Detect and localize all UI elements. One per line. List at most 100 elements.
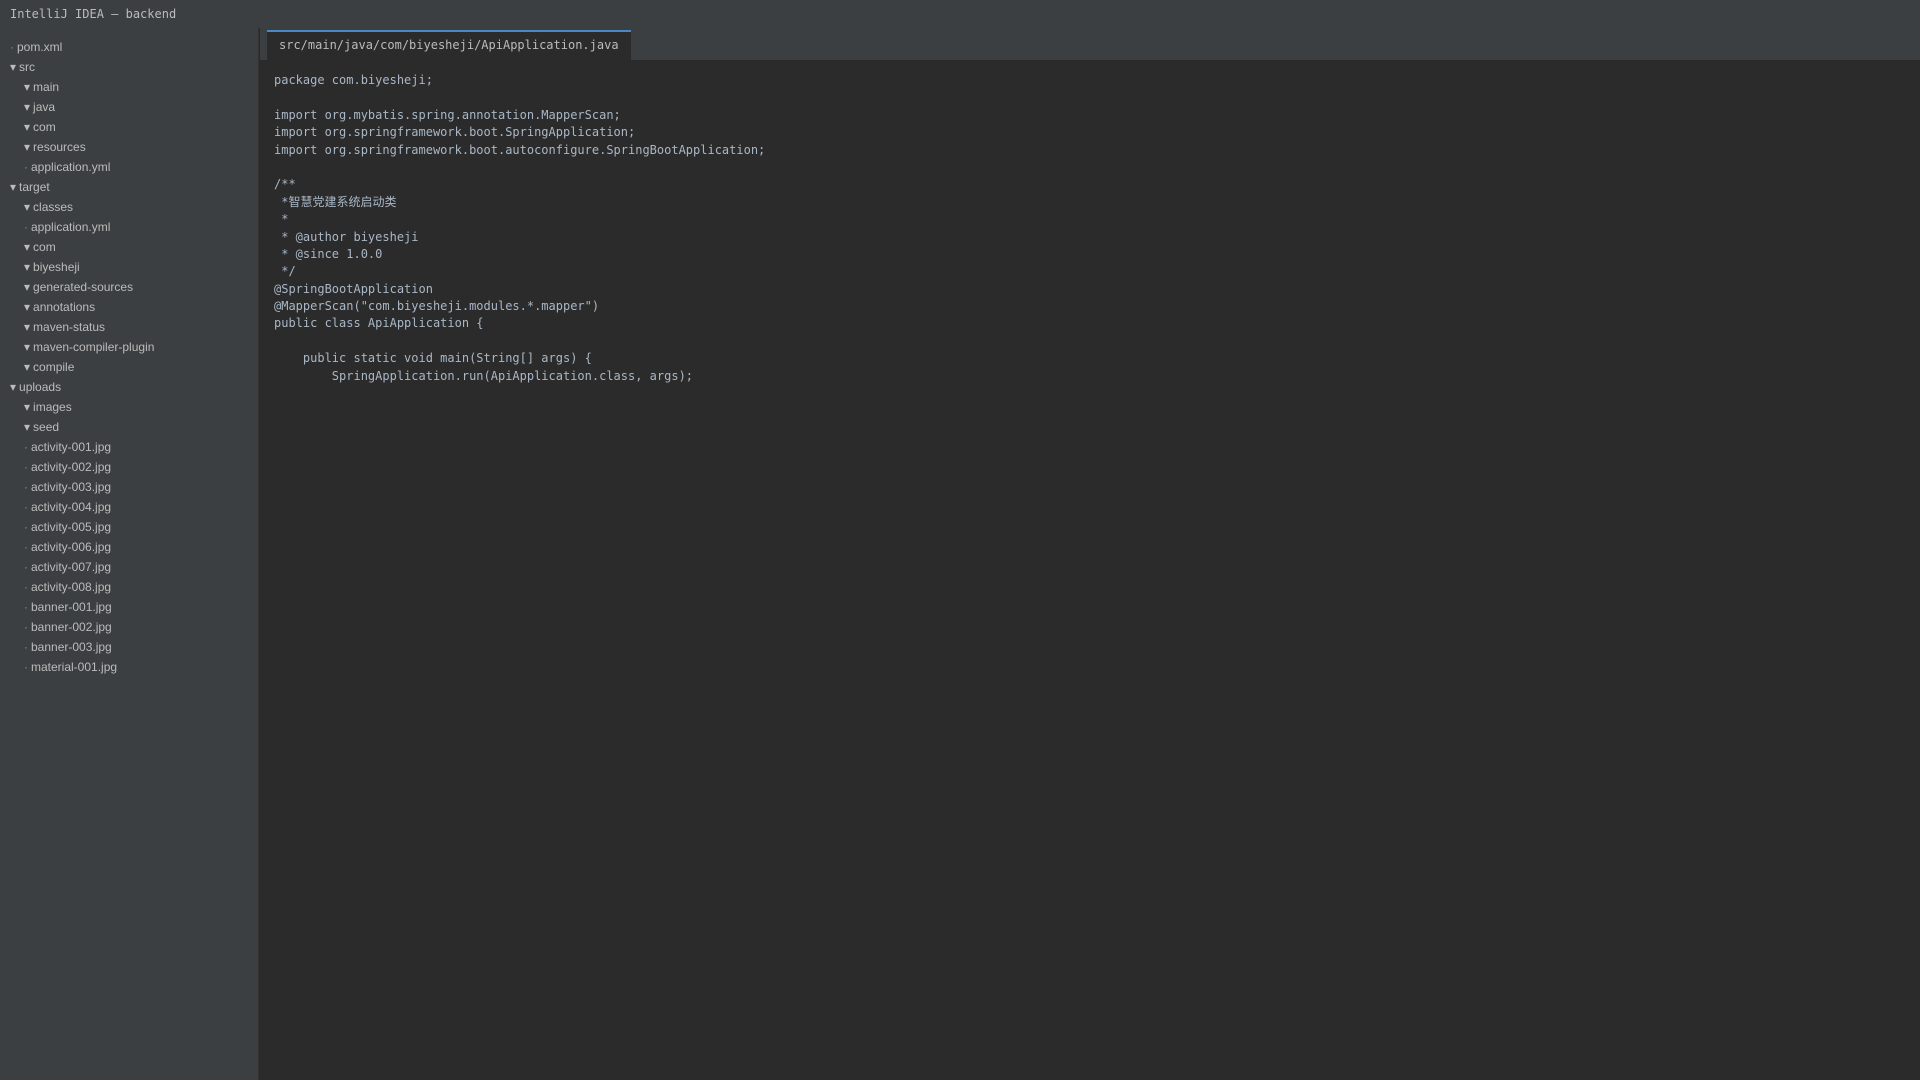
code-line: SpringApplication.run(ApiApplication.cla… [274,368,694,383]
tree-item-label: annotations [33,300,96,314]
chevron-down-icon: ▾ [24,100,31,114]
tree-folder[interactable]: ▾ compile [0,357,258,377]
chevron-down-icon: ▾ [10,180,17,194]
chevron-down-icon: ▾ [24,360,31,374]
tree-file[interactable]: · material-001.jpg [0,657,258,677]
tree-file[interactable]: · activity-002.jpg [0,457,258,477]
code-line: import org.springframework.boot.SpringAp… [274,125,636,140]
tree-file[interactable]: · banner-003.jpg [0,637,258,657]
tree-folder[interactable]: ▾ generated-sources [0,277,258,297]
tree-file[interactable]: · activity-005.jpg [0,517,258,537]
tree-item-label: biyesheji [33,260,80,274]
tree-item-label: java [33,100,56,114]
tree-item-label: pom.xml [17,40,63,54]
chevron-down-icon: ▾ [10,380,17,394]
tree-folder[interactable]: ▾ main [0,77,258,97]
tree-folder[interactable]: ▾ target [0,177,258,197]
tree-file[interactable]: · activity-001.jpg [0,437,258,457]
chevron-down-icon: ▾ [24,280,31,294]
code-line: /** [274,177,296,192]
tree-item-label: com [33,240,56,254]
tree-item-label: classes [33,200,74,214]
code-line: package com.biyesheji; [274,73,433,87]
tree-item-label: activity-003.jpg [31,480,112,494]
tree-file[interactable]: · activity-008.jpg [0,577,258,597]
tree-folder[interactable]: ▾ com [0,117,258,137]
tree-file[interactable]: · application.yml [0,157,258,177]
tree-item-label: resources [33,140,86,154]
tree-item-label: activity-008.jpg [31,580,112,594]
code-line: * [274,212,289,227]
chevron-down-icon: ▾ [10,60,17,74]
tree-item-label: activity-005.jpg [31,520,112,534]
tree-folder[interactable]: ▾ biyesheji [0,257,258,277]
tree-item-label: main [33,80,60,94]
file-bullet-icon: · [10,40,14,54]
code-line: @SpringBootApplication [274,281,433,296]
tree-item-label: material-001.jpg [31,660,118,674]
tree-folder[interactable]: ▾ resources [0,137,258,157]
tree-file[interactable]: · activity-006.jpg [0,537,258,557]
tree-file[interactable]: · banner-002.jpg [0,617,258,637]
project-tree[interactable]: · pom.xml ▾ src ▾ main ▾ java ▾ com ▾ resources · app… [0,28,259,1080]
code-editor[interactable]: package com.biyesheji; import org.mybatis… [274,72,765,385]
code-line: import org.springframework.boot.autoconf… [274,142,766,157]
file-bullet-icon: · [24,440,28,454]
tree-item-label: maven-status [33,320,106,334]
chevron-down-icon: ▾ [24,260,31,274]
tree-file[interactable]: · activity-004.jpg [0,497,258,517]
tree-folder[interactable]: ▾ classes [0,197,258,217]
tree-file[interactable]: · banner-001.jpg [0,597,258,617]
file-bullet-icon: · [24,660,28,674]
code-line: * @since 1.0.0 [274,246,383,261]
editor-tab-bar: src/main/java/com/biyesheji/ApiApplicati… [260,28,1920,60]
file-bullet-icon: · [24,460,28,474]
tree-folder[interactable]: ▾ images [0,397,258,417]
code-line: import org.mybatis.spring.annotation.Map… [274,107,621,122]
tree-folder[interactable]: ▾ maven-status [0,317,258,337]
editor-tab-active[interactable]: src/main/java/com/biyesheji/ApiApplicati… [267,30,631,60]
tree-item-label: banner-003.jpg [31,640,112,654]
file-bullet-icon: · [24,560,28,574]
window-title: IntelliJ IDEA — backend [0,0,1920,28]
tree-folder[interactable]: ▾ com [0,237,258,257]
code-line: @MapperScan("com.biyesheji.modules.*.map… [274,299,600,314]
chevron-down-icon: ▾ [24,300,31,314]
tree-folder[interactable]: ▾ uploads [0,377,258,397]
tree-folder[interactable]: ▾ src [0,57,258,77]
file-bullet-icon: · [24,480,28,494]
tree-item-label: src [19,60,36,74]
file-bullet-icon: · [24,500,28,514]
chevron-down-icon: ▾ [24,240,31,254]
code-line: * @author biyesheji [274,229,419,244]
tree-file[interactable]: · pom.xml [0,37,258,57]
tree-item-label: target [19,180,50,194]
tree-item-label: images [33,400,72,414]
tree-item-label: banner-002.jpg [31,620,112,634]
file-bullet-icon: · [24,160,28,174]
file-bullet-icon: · [24,600,28,614]
file-bullet-icon: · [24,580,28,594]
tree-item-label: maven-compiler-plugin [33,340,155,354]
file-bullet-icon: · [24,620,28,634]
tree-folder[interactable]: ▾ maven-compiler-plugin [0,337,258,357]
tree-folder[interactable]: ▾ java [0,97,258,117]
tree-folder[interactable]: ▾ seed [0,417,258,437]
file-bullet-icon: · [24,540,28,554]
tree-item-label: activity-007.jpg [31,560,112,574]
chevron-down-icon: ▾ [24,140,31,154]
tree-file[interactable]: · activity-003.jpg [0,477,258,497]
code-line: *智慧党建系统启动类 [274,194,397,209]
tree-file[interactable]: · application.yml [0,217,258,237]
tree-file[interactable]: · activity-007.jpg [0,557,258,577]
tree-folder[interactable]: ▾ annotations [0,297,258,317]
code-line: public static void main(String[] args) { [274,351,592,366]
tree-item-label: activity-004.jpg [31,500,112,514]
tree-item-label: activity-002.jpg [31,460,112,474]
tree-item-label: application.yml [31,220,111,234]
chevron-down-icon: ▾ [24,200,31,214]
chevron-down-icon: ▾ [24,320,31,334]
tree-item-label: com [33,120,56,134]
